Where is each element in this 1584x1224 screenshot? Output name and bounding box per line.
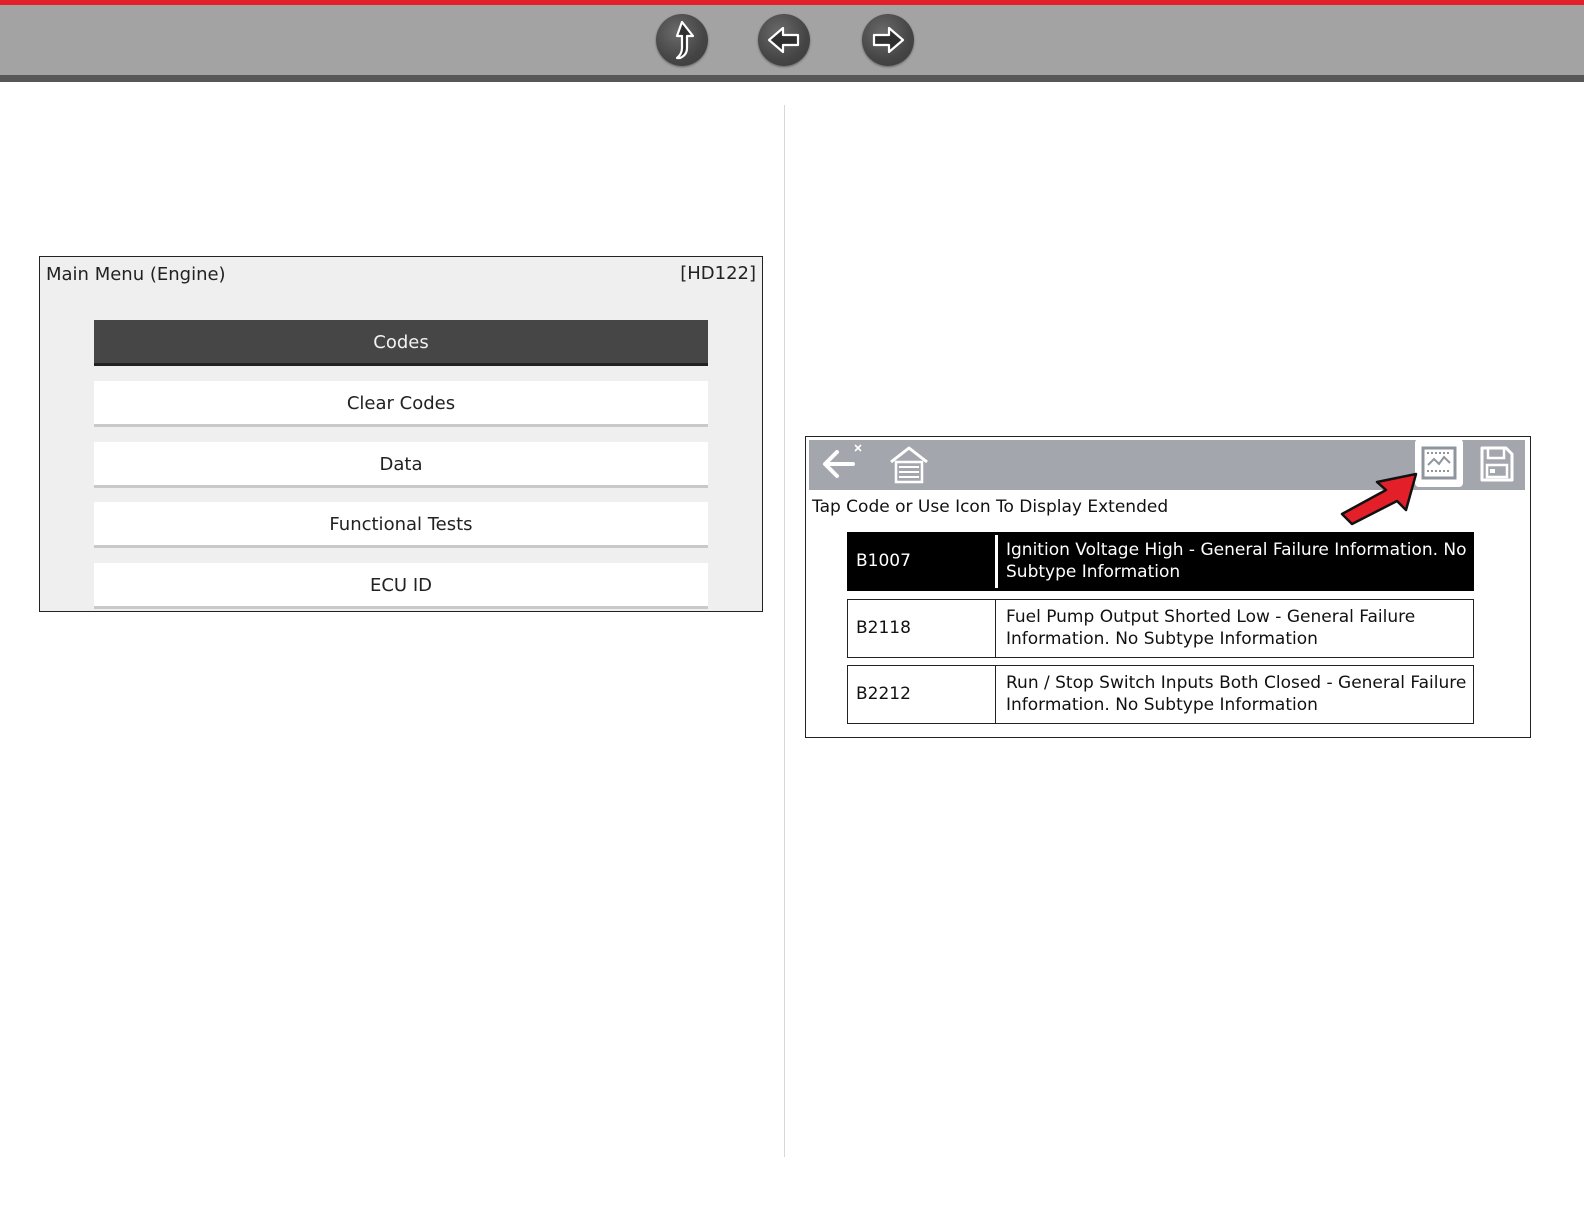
callout-arrow-icon (1340, 472, 1418, 526)
code-description: Ignition Voltage High - General Failure … (1006, 540, 1467, 582)
code-description: Fuel Pump Output Shorted Low - General F… (1006, 607, 1416, 649)
menu-item-codes[interactable]: Codes (94, 320, 708, 366)
save-icon[interactable] (1479, 445, 1515, 483)
code-row-b2118[interactable]: B2118 Fuel Pump Output Shorted Low - Gen… (847, 599, 1474, 658)
back-exit-icon[interactable] (819, 442, 867, 486)
code-row-b1007[interactable]: B1007 Ignition Voltage High - General Fa… (847, 532, 1474, 591)
forward-arrow-icon (872, 26, 905, 54)
instruction-text: Tap Code or Use Icon To Display Extended (812, 497, 1169, 517)
vehicle-id-label: [HD122] (680, 263, 756, 284)
code-id: B2212 (848, 666, 996, 723)
home-icon[interactable] (887, 444, 931, 486)
menu-item-functional-tests[interactable]: Functional Tests (94, 502, 708, 548)
main-menu-screenshot: Main Menu (Engine) [HD122] Codes Clear C… (39, 256, 763, 612)
code-row-b2212[interactable]: B2212 Run / Stop Switch Inputs Both Clos… (847, 665, 1474, 724)
code-id: B2118 (848, 600, 996, 657)
back-button[interactable] (758, 14, 810, 66)
column-divider (784, 105, 785, 1157)
menu-item-clear-codes[interactable]: Clear Codes (94, 381, 708, 427)
nav-bar-bottom-stripe (0, 75, 1584, 82)
forward-button[interactable] (862, 14, 914, 66)
code-id: B1007 (850, 535, 998, 588)
codes-screenshot: Tap Code or Use Icon To Display Extended… (805, 436, 1531, 738)
menu-item-data[interactable]: Data (94, 442, 708, 488)
extended-view-button[interactable] (1415, 439, 1463, 487)
extended-view-icon (1421, 446, 1457, 480)
menu-item-ecu-id[interactable]: ECU ID (94, 563, 708, 609)
code-description: Run / Stop Switch Inputs Both Closed - G… (1006, 673, 1467, 715)
up-arrow-icon (675, 20, 695, 60)
top-nav-bar (0, 0, 1584, 82)
up-button[interactable] (656, 14, 708, 66)
top-accent-stripe (0, 0, 1584, 5)
back-arrow-icon (767, 26, 800, 54)
menu-title: Main Menu (Engine) (46, 264, 226, 285)
